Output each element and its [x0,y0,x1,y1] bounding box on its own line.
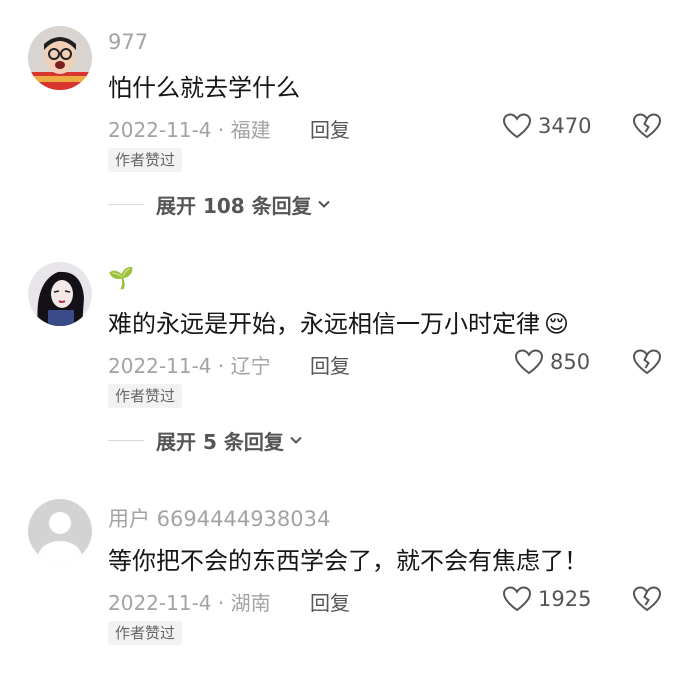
emoji-icon: 😌 [544,310,570,338]
like-button[interactable]: 3470 [502,111,591,141]
avatar-image [28,262,92,326]
comment-item: 用户 6694444938034 等你把不会的东西学会了，就不会有焦虑了！ 20… [0,473,690,673]
comment-text: 怕什么就去学什么 [108,74,300,102]
comment-username[interactable]: 用户 6694444938034 [108,503,330,533]
heart-outline-icon [502,113,532,139]
comment-date-location: 2022-11-4 · 辽宁 [108,354,271,378]
expand-replies-label: 展开 5 条回复 [156,429,284,454]
avatar-image [28,26,92,90]
divider-line [108,203,144,205]
default-avatar-icon [28,499,92,563]
chevron-down-icon [290,436,302,444]
like-count: 850 [550,350,591,374]
avatar[interactable] [28,26,92,90]
broken-heart-icon[interactable] [632,585,662,613]
reply-button[interactable]: 回复 [310,114,350,143]
avatar[interactable] [28,499,92,563]
author-liked-badge: 作者赞过 [108,148,183,172]
comment-text-content: 难的永远是开始，永远相信一万小时定律 [108,310,540,338]
comment-date-location: 2022-11-4 · 湖南 [108,591,271,615]
comment-text: 等你把不会的东西学会了，就不会有焦虑了！ [108,547,588,575]
heart-outline-icon [502,586,532,612]
broken-heart-icon[interactable] [632,112,662,140]
comment-username[interactable]: 977 [108,30,148,54]
comment-text: 难的永远是开始，永远相信一万小时定律 😌 [108,304,569,339]
expand-replies-button[interactable]: 展开 108 条回复 [108,190,332,218]
author-liked-badge: 作者赞过 [108,384,183,408]
avatar[interactable] [28,262,92,326]
expand-replies-button[interactable]: 展开 5 条回复 [108,426,304,454]
heart-outline-icon [514,349,544,375]
broken-heart-icon[interactable] [632,348,662,376]
like-count: 3470 [538,114,592,138]
expand-replies-label: 展开 108 条回复 [156,193,312,218]
like-button[interactable]: 1925 [502,584,591,614]
comment-date-location: 2022-11-4 · 福建 [108,118,271,142]
comment-item: 977 怕什么就去学什么 2022-11-4 · 福建 回复 3470 作者赞过… [0,0,690,218]
reply-button[interactable]: 回复 [310,350,350,379]
chevron-down-icon [317,200,330,208]
author-liked-badge: 作者赞过 [108,621,183,645]
like-count: 1925 [538,587,592,611]
comment-username[interactable]: 🌱 [108,266,134,291]
reply-button[interactable]: 回复 [310,587,350,616]
like-button[interactable]: 850 [514,347,590,377]
comment-item: 🌱 难的永远是开始，永远相信一万小时定律 😌 2022-11-4 · 辽宁 回复 … [0,236,690,454]
divider-line [108,439,144,441]
